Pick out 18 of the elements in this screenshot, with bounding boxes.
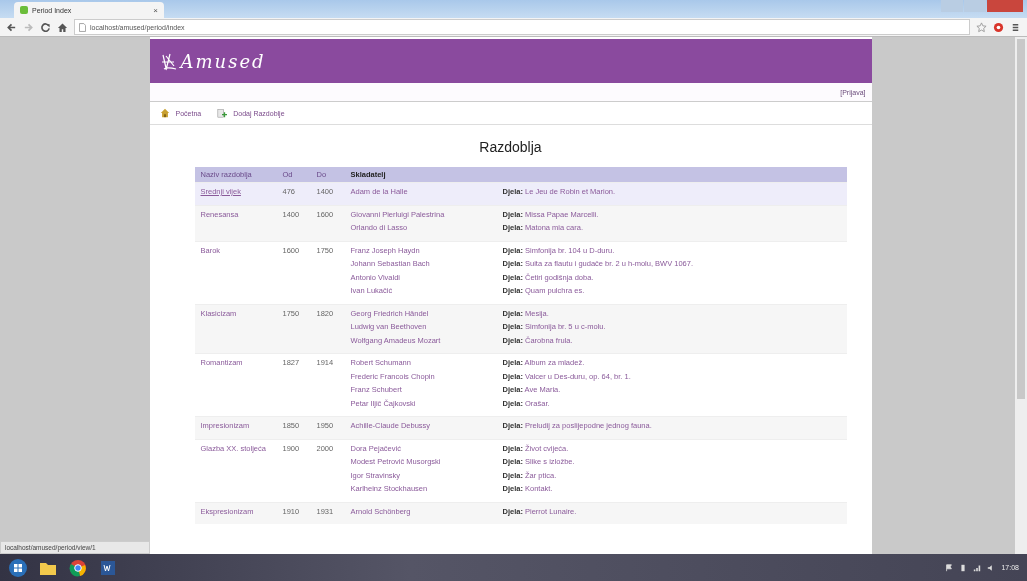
- page-icon: [79, 22, 86, 32]
- page-title: Razdoblja: [479, 139, 542, 155]
- menu-icon[interactable]: [1010, 21, 1021, 33]
- house-icon: [159, 108, 170, 118]
- signal-icon[interactable]: [973, 563, 982, 572]
- logo[interactable]: Amused: [159, 50, 266, 72]
- back-icon[interactable]: [6, 21, 17, 33]
- close-button[interactable]: ×: [153, 5, 158, 15]
- reload-icon[interactable]: [40, 21, 51, 33]
- star-icon[interactable]: [976, 21, 987, 33]
- add-document-icon: [217, 108, 228, 118]
- home-icon[interactable]: [57, 21, 68, 33]
- scrollbar[interactable]: [1015, 37, 1027, 554]
- page-icon: [20, 6, 28, 14]
- extension-icon[interactable]: [993, 21, 1004, 33]
- flag-icon[interactable]: [945, 563, 954, 572]
- browser-icon[interactable]: [68, 557, 88, 578]
- start-icon[interactable]: [8, 557, 28, 578]
